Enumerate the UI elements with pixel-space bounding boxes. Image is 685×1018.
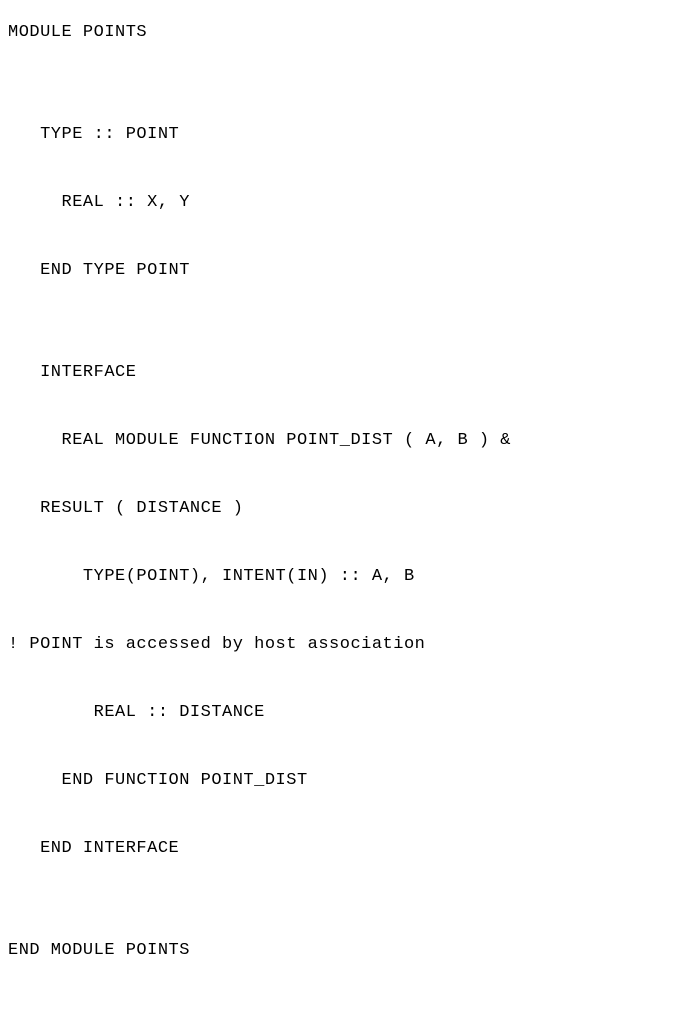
code-line: MODULE POINTS [8,16,677,50]
code-line: END INTERFACE [8,832,677,866]
code-line: END MODULE POINTS [8,934,677,968]
code-line: REAL MODULE FUNCTION POINT_DIST ( A, B )… [8,424,677,458]
code-line: ! POINT is accessed by host association [8,628,677,662]
code-line: RESULT ( DISTANCE ) [8,492,677,526]
code-line: END FUNCTION POINT_DIST [8,764,677,798]
code-line: REAL :: X, Y [8,186,677,220]
code-line: REAL :: DISTANCE [8,696,677,730]
code-line: END TYPE POINT [8,254,677,288]
code-line: TYPE(POINT), INTENT(IN) :: A, B [8,560,677,594]
code-line: INTERFACE [8,356,677,390]
code-block: MODULE POINTS TYPE :: POINT REAL :: X, Y… [8,16,677,1002]
code-line: TYPE :: POINT [8,118,677,152]
